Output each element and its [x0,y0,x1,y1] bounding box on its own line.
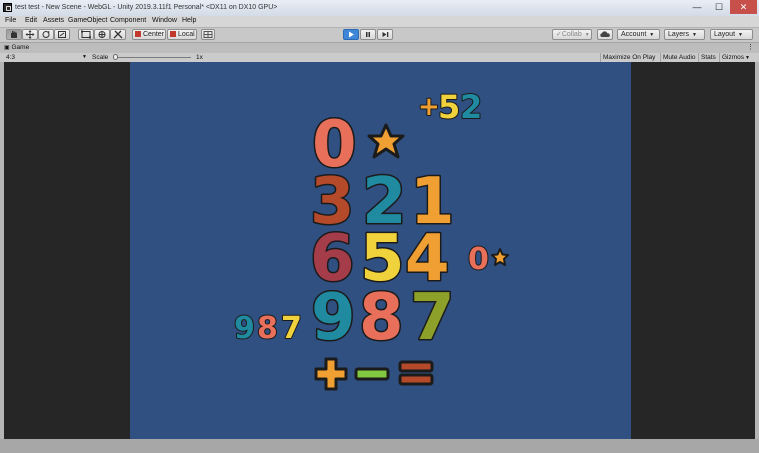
equals-top-bar [398,360,434,373]
eight-glyph: 8 [359,281,404,355]
hand-tool-button[interactable] [6,29,22,40]
pause-icon [366,32,370,37]
scale-tool-button[interactable] [54,29,70,40]
gizmos-dropdown[interactable]: Gizmos▼ [719,53,752,62]
cloud-icon [600,31,610,37]
menu-component[interactable]: Component [110,17,146,24]
scale-value: 1x [196,54,203,61]
layers-label: Layers [668,31,690,38]
window-title: test test - New Scene - WebGL - Unity 20… [15,4,278,11]
small-zero-glyph: 0 [468,242,489,277]
plus-shape [314,357,348,391]
right-edge [755,62,759,439]
game-scene: + 5 2 0 3 2 1 6 5 4 0 9 8 7 9 8 7 [233,87,509,391]
custom-tool-button[interactable] [110,29,126,40]
rect-tool-icon [81,30,91,39]
tab-game[interactable]: ▣ Game [4,43,29,53]
collab-label: Collab [561,31,582,38]
game-canvas[interactable]: + 5 2 0 3 2 1 6 5 4 0 9 8 7 9 8 7 [130,62,631,439]
local-icon [170,31,176,37]
minimize-button[interactable]: — [686,0,708,14]
pivot-center-label: Center [143,31,165,38]
pivot-local-label: Local [178,31,195,38]
game-view: + 5 2 0 3 2 1 6 5 4 0 9 8 7 9 8 7 [4,62,755,439]
transform-tool-icon [98,31,106,38]
small-eight-glyph: 8 [257,311,278,346]
gizmos-label: Gizmos [722,54,745,61]
pause-button[interactable] [360,29,376,40]
transform-tool-button[interactable] [94,29,110,40]
menu-edit[interactable]: Edit [25,17,37,24]
tab-menu-icon[interactable]: ⋮ [747,43,754,53]
play-icon [349,31,354,38]
minus-shape [354,367,390,381]
scale-icon [58,31,66,38]
main-toolbar: Center Local ✓Collab ▼ Account ▼ Layers ▼ L… [0,28,759,43]
grid-snap-button[interactable] [201,29,215,40]
status-strip [0,439,759,453]
unity-logo-icon [3,3,12,12]
account-dropdown[interactable]: Account ▼ [617,29,660,40]
stats-toggle[interactable]: Stats [698,53,718,62]
top-five-glyph: 5 [438,88,460,126]
pivot-center-button[interactable]: Center [132,29,166,40]
menu-help[interactable]: Help [182,17,196,24]
small-star-icon [491,248,509,266]
layers-dropdown[interactable]: Layers ▼ [664,29,705,40]
tools-icon [113,30,123,39]
account-label: Account [621,31,647,38]
aspect-dropdown[interactable]: 4:3 [6,53,15,62]
move-arrows-icon [25,30,35,39]
top-two-glyph: 2 [460,88,482,126]
collab-dropdown[interactable]: ✓Collab ▼ [552,29,592,40]
menu-file[interactable]: File [5,17,16,24]
equals-bottom-bar [398,373,434,386]
tab-game-label: Game [11,44,30,51]
maximize-button[interactable]: ☐ [708,0,730,14]
menu-bar: File Edit Assets GameObject Component Wi… [0,16,759,28]
small-seven-glyph: 7 [281,311,302,346]
chevron-down-icon: ▼ [745,55,750,61]
mute-audio-toggle[interactable]: Mute Audio [660,53,698,62]
chevron-down-icon: ▼ [649,32,655,38]
grid-icon [203,31,213,38]
pivot-local-button[interactable]: Local [167,29,197,40]
game-controller-icon: ▣ [4,45,10,51]
hand-icon [11,30,17,38]
nine-glyph: 9 [311,281,356,355]
chevron-down-icon: ▼ [82,54,87,60]
play-button[interactable] [343,29,359,40]
star-icon [367,123,405,159]
move-tool-button[interactable] [22,29,38,40]
layout-dropdown[interactable]: Layout ▼ [710,29,753,40]
menu-assets[interactable]: Assets [43,17,64,24]
step-button[interactable] [377,29,393,40]
cloud-button[interactable] [597,29,613,40]
scale-slider-track[interactable] [113,57,191,58]
scale-label: Scale [92,54,109,61]
menu-gameobject[interactable]: GameObject [68,17,107,24]
scale-slider-handle[interactable] [113,54,118,60]
top-plus-glyph: + [418,92,440,122]
rotate-icon [42,31,50,38]
maximize-on-play-toggle[interactable]: Maximize On Play [600,53,657,62]
seven-glyph: 7 [410,281,455,355]
rect-tool-button[interactable] [78,29,94,40]
step-icon [382,32,389,37]
layout-label: Layout [714,31,736,38]
window-title-bar: test test - New Scene - WebGL - Unity 20… [0,0,759,17]
chevron-down-icon: ▼ [584,32,590,38]
pivot-icon [135,31,141,37]
chevron-down-icon: ▼ [692,32,697,38]
small-nine-glyph: 9 [234,311,255,346]
menu-window[interactable]: Window [152,17,177,24]
aspect-label: 4:3 [6,54,16,61]
rotate-tool-button[interactable] [38,29,54,40]
chevron-down-icon: ▼ [738,32,743,38]
close-button[interactable]: ✕ [730,0,757,14]
